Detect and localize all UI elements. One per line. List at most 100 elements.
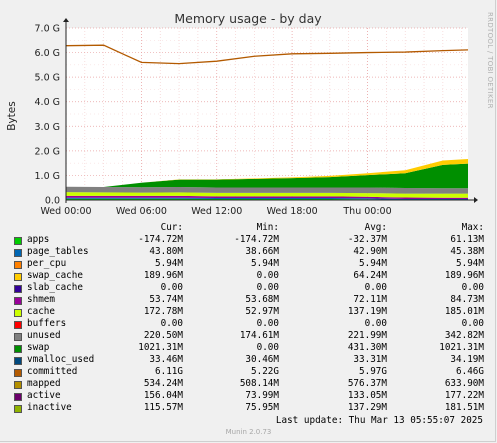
legend-min-value: 174.61M [239,330,279,341]
legend-row-slab-cache: slab_cache 0.00 0.00 0.00 0.00 [10,282,490,294]
legend-max-value: 177.22M [444,390,484,401]
legend-row-vmalloc-used: vmalloc_used 33.46M 30.46M 33.31M 34.19M [10,354,490,366]
legend-name: swap [27,342,50,353]
legend-swatch [14,309,22,317]
y-tick-label: 0.0 [45,196,60,207]
legend-swatch [14,261,22,269]
y-axis-arrow [63,18,69,22]
legend-cur-value: 534.24M [143,378,183,389]
legend-name: swap_cache [27,270,83,281]
legend-max-value: 5.94M [456,258,484,269]
legend-avg-value: 64.24M [353,270,387,281]
legend-avg-value: 137.19M [347,306,387,317]
legend-name: buffers [27,318,67,329]
last-update-text: Last update: Thu Mar 13 05:55:07 2025 [275,415,483,426]
legend-name: vmalloc_used [27,354,95,365]
legend-min-value: 0.00 [256,282,279,293]
legend-avg-value: 576.37M [347,378,387,389]
legend-min-value: 0.00 [256,318,279,329]
legend-row-apps: apps -174.72M -174.72M -32.37M 61.13M [10,234,490,246]
legend-cur-value: 43.80M [149,246,183,257]
legend-cur-value: 6.11G [155,366,183,377]
legend-row-cache: cache 172.78M 52.97M 137.19M 185.01M [10,306,490,318]
munin-version: Munin 2.0.73 [225,428,272,436]
legend-max-value: 1021.31M [439,342,484,353]
legend-name: unused [27,330,61,341]
legend-avg-value: 0.00 [364,318,387,329]
legend-cur-value: 172.78M [143,306,183,317]
legend-cur-value: 115.57M [143,402,183,413]
legend-min-value: 38.66M [245,246,279,257]
legend-cur-value: -174.72M [138,234,183,245]
legend-avg-value: 42.90M [353,246,387,257]
x-tick-label: Wed 18:00 [267,206,318,217]
legend-header-avg: Avg: [364,222,387,233]
x-tick-label: Wed 00:00 [40,206,91,217]
legend-row-mapped: mapped 534.24M 508.14M 576.37M 633.90M [10,378,490,390]
legend-swatch [14,381,22,389]
legend-row-swap: swap 1021.31M 0.00 431.30M 1021.31M [10,342,490,354]
legend-row-active: active 156.04M 73.99M 133.05M 177.22M [10,390,490,402]
legend-table: Cur: Min: Avg: Max: apps -174.72M -174.72M… [10,222,490,414]
legend-avg-value: 431.30M [347,342,387,353]
legend-max-value: 633.90M [444,378,484,389]
legend-avg-value: 5.97G [359,366,387,377]
legend-swatch [14,321,22,329]
legend-name: page_tables [27,246,89,257]
legend-min-value: 75.95M [245,402,279,413]
legend-avg-value: 137.29M [347,402,387,413]
legend-name: cache [27,306,55,317]
legend-row-committed: committed 6.11G 5.22G 5.97G 6.46G [10,366,490,378]
legend-max-value: 61.13M [450,234,484,245]
legend-cur-value: 156.04M [143,390,183,401]
legend-name: active [27,390,61,401]
legend-avg-value: 133.05M [347,390,387,401]
legend-name: shmem [27,294,55,305]
legend-swatch [14,285,22,293]
legend-max-value: 342.82M [444,330,484,341]
legend-min-value: -174.72M [234,234,279,245]
y-tick-label: 6.0 G [35,48,61,59]
legend-row-per-cpu: per_cpu 5.94M 5.94M 5.94M 5.94M [10,258,490,270]
legend-min-value: 508.14M [239,378,279,389]
legend-name: inactive [27,402,72,413]
legend-avg-value: 72.11M [353,294,387,305]
legend-row-inactive: inactive 115.57M 75.95M 137.29M 181.51M [10,402,490,414]
legend-swatch [14,237,22,245]
legend-header-min: Min: [256,222,279,233]
x-tick-label: Wed 06:00 [116,206,167,217]
y-tick-label: 2.0 G [35,146,61,157]
y-tick-label: 5.0 G [35,73,61,84]
legend-row-buffers: buffers 0.00 0.00 0.00 0.00 [10,318,490,330]
y-tick-label: 4.0 G [35,97,61,108]
legend-avg-value: 33.31M [353,354,387,365]
legend-swatch [14,405,22,413]
legend-cur-value: 1021.31M [138,342,183,353]
legend-swatch [14,393,22,401]
legend-cur-value: 189.96M [143,270,183,281]
legend-row-page-tables: page_tables 43.80M 38.66M 42.90M 45.38M [10,246,490,258]
legend-min-value: 73.99M [245,390,279,401]
legend-name: slab_cache [27,282,83,293]
side-watermark: RRDTOOL / TOBI OETIKER [486,12,494,109]
legend-name: per_cpu [27,258,67,269]
legend-header-row: Cur: Min: Avg: Max: [10,222,490,234]
y-tick-label: 1.0 G [35,171,61,182]
legend-min-value: 5.94M [251,258,279,269]
legend-header-max: Max: [461,222,484,233]
legend-avg-value: 221.99M [347,330,387,341]
legend-max-value: 181.51M [444,402,484,413]
legend-header-cur: Cur: [160,222,183,233]
legend-max-value: 45.38M [450,246,484,257]
legend-rows: apps -174.72M -174.72M -32.37M 61.13M page_ta… [10,234,490,414]
legend-avg-value: 0.00 [364,282,387,293]
legend-min-value: 30.46M [245,354,279,365]
legend-cur-value: 53.74M [149,294,183,305]
x-tick-label: Thu 00:00 [342,206,391,217]
y-tick-label: 3.0 G [35,122,61,133]
legend-max-value: 6.46G [456,366,484,377]
legend-cur-value: 0.00 [160,282,183,293]
legend-max-value: 34.19M [450,354,484,365]
legend-max-value: 84.73M [450,294,484,305]
legend-max-value: 0.00 [461,318,484,329]
